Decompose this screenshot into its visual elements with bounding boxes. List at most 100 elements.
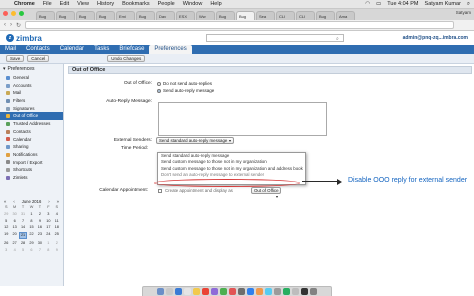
battery-icon[interactable]: ▭ <box>376 1 381 7</box>
calendar-day[interactable]: 22 <box>27 232 35 239</box>
tab-contacts[interactable]: Contacts <box>21 45 55 54</box>
sidebar-item-notifications[interactable]: Notifications <box>0 151 63 159</box>
tab-calendar[interactable]: Calendar <box>55 45 89 54</box>
menu-help[interactable]: Help <box>206 1 225 7</box>
calendar-day[interactable]: 10 <box>44 219 52 224</box>
menu-window[interactable]: Window <box>179 1 207 7</box>
tab-briefcase[interactable]: Briefcase <box>114 45 149 54</box>
app-icon[interactable] <box>238 288 245 295</box>
calendar-day[interactable]: 9 <box>36 219 44 224</box>
calendar-day[interactable]: 20 <box>10 232 18 239</box>
menu-view[interactable]: View <box>73 1 93 7</box>
mail-app-icon[interactable] <box>184 288 191 295</box>
back-icon[interactable]: ‹ <box>4 22 6 28</box>
app-icon[interactable] <box>256 288 263 295</box>
calendar-day[interactable]: 25 <box>53 232 61 239</box>
menu-edit[interactable]: Edit <box>56 1 73 7</box>
spotlight-icon[interactable]: ⌕ <box>467 1 470 8</box>
calendar-day[interactable]: 12 <box>2 225 10 230</box>
calendar-appointment-checkbox[interactable] <box>158 188 162 193</box>
cancel-button[interactable]: Cancel <box>27 55 50 62</box>
show-as-select[interactable]: Out of Office ▾ <box>251 187 281 199</box>
calendar-day[interactable]: 8 <box>27 219 35 224</box>
chrome-icon[interactable] <box>202 288 209 295</box>
sidebar-item-mail[interactable]: Mail <box>0 89 63 97</box>
radio-icon[interactable] <box>157 81 161 86</box>
calendar-day[interactable]: 6 <box>10 219 18 224</box>
calendar-day[interactable]: 29 <box>27 241 35 246</box>
sidebar-item-zimlets[interactable]: Zimlets <box>0 174 63 182</box>
launchpad-icon[interactable] <box>166 288 173 295</box>
notes-icon[interactable] <box>193 288 200 295</box>
browser-tab-active[interactable]: Bug <box>236 11 255 20</box>
sidebar-item-filters[interactable]: Filters <box>0 97 63 105</box>
finder-icon[interactable] <box>157 288 164 295</box>
app-icon[interactable] <box>229 288 236 295</box>
sidebar-item-calendar[interactable]: Calendar <box>0 136 63 144</box>
calendar-day[interactable]: 11 <box>53 219 61 224</box>
calendar-day[interactable]: 5 <box>19 248 27 253</box>
tab-preferences[interactable]: Preferences <box>149 45 192 54</box>
app-icon[interactable] <box>283 288 290 295</box>
calendar-day[interactable]: 29 <box>2 212 10 217</box>
calendar-day[interactable]: 30 <box>10 212 18 217</box>
calendar-day[interactable]: 7 <box>36 248 44 253</box>
menu-people[interactable]: People <box>154 1 179 7</box>
sidebar-item-trusted-addresses[interactable]: Trusted Addresses <box>0 120 63 128</box>
menu-chrome[interactable]: Chrome <box>10 1 39 7</box>
zoom-window-icon[interactable] <box>19 11 24 16</box>
sidebar-item-accounts[interactable]: Accounts <box>0 82 63 90</box>
calendar-day[interactable]: 2 <box>53 241 61 246</box>
browser-tab[interactable]: Bug <box>76 11 95 20</box>
calendar-day[interactable]: 23 <box>36 232 44 239</box>
calendar-day[interactable]: 2 <box>36 212 44 217</box>
save-button[interactable]: Save <box>6 55 25 62</box>
sidebar-item-out-of-office[interactable]: Out of Office <box>0 112 63 121</box>
calendar-day[interactable]: 24 <box>44 232 52 239</box>
address-bar[interactable] <box>25 21 454 29</box>
calendar-day[interactable]: 18 <box>53 225 61 230</box>
calendar-day[interactable]: 9 <box>53 248 61 253</box>
collapse-icon[interactable]: ▾ <box>3 66 6 72</box>
calendar-day[interactable]: 21 <box>18 232 28 240</box>
tab-tasks[interactable]: Tasks <box>89 45 114 54</box>
app-icon[interactable] <box>265 288 272 295</box>
search-input[interactable] <box>206 34 344 42</box>
sidebar-heading[interactable]: ▾ Preferences <box>0 64 63 74</box>
forward-icon[interactable]: › <box>10 22 12 28</box>
radio-selected-icon[interactable] <box>157 88 161 93</box>
next-year-icon[interactable]: » <box>57 199 59 204</box>
app-icon[interactable] <box>247 288 254 295</box>
browser-tab[interactable]: Bug <box>36 11 55 20</box>
calendar-day[interactable]: 6 <box>27 248 35 253</box>
sidebar-item-shortcuts[interactable]: Shortcuts <box>0 166 63 174</box>
calendar-day[interactable]: 17 <box>44 225 52 230</box>
trash-icon[interactable] <box>310 288 317 295</box>
browser-profile[interactable]: Satyam <box>456 10 471 15</box>
calendar-day[interactable]: 31 <box>19 212 27 217</box>
calendar-day[interactable]: 14 <box>19 225 27 230</box>
browser-tab[interactable]: CLI <box>296 11 315 20</box>
calendar-day[interactable]: 30 <box>36 241 44 246</box>
calendar-day[interactable]: 7 <box>19 219 27 224</box>
calendar-day[interactable]: 27 <box>10 241 18 246</box>
calendar-day[interactable]: 3 <box>44 212 52 217</box>
browser-tab[interactable]: Bug <box>136 11 155 20</box>
app-icon[interactable] <box>292 288 299 295</box>
app-icon[interactable] <box>274 288 281 295</box>
browser-tab[interactable]: Sea <box>256 11 275 20</box>
close-window-icon[interactable] <box>3 11 8 16</box>
menu-history[interactable]: History <box>93 1 118 7</box>
browser-tab[interactable]: Emi <box>116 11 135 20</box>
sidebar-item-signatures[interactable]: Signatures <box>0 105 63 113</box>
no-auto-reply-radio[interactable]: Do not send auto-replies <box>157 81 212 86</box>
sidebar-item-import-export[interactable]: Import / Export <box>0 159 63 167</box>
calendar-day[interactable]: 4 <box>53 212 61 217</box>
browser-tab[interactable]: Bug <box>216 11 235 20</box>
clock[interactable]: Tue 4:04 PM <box>387 1 418 7</box>
calendar-day[interactable]: 8 <box>44 248 52 253</box>
calendar-day[interactable]: 16 <box>36 225 44 230</box>
browser-tab[interactable]: Ww <box>196 11 215 20</box>
search-icon[interactable]: ⌕ <box>336 36 339 42</box>
safari-icon[interactable] <box>175 288 182 295</box>
